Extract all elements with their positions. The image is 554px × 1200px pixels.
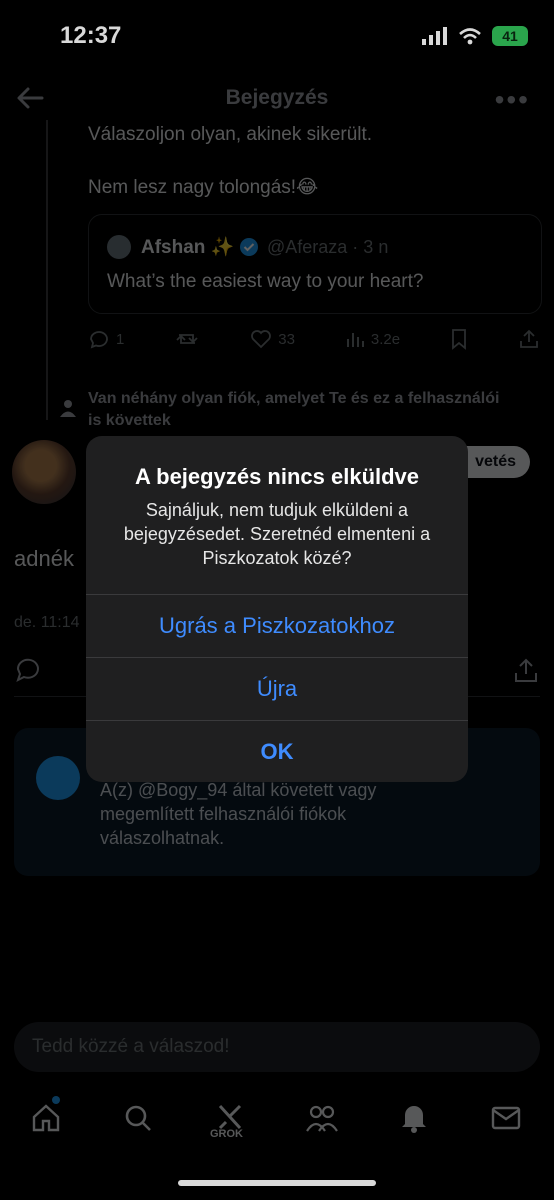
ok-button[interactable]: OK [86,721,468,782]
go-to-drafts-button[interactable]: Ugrás a Piszkozatokhoz [86,595,468,657]
alert-title: A bejegyzés nincs elküldve [134,464,420,489]
retry-button[interactable]: Újra [86,658,468,720]
alert-message: Sajnáljuk, nem tudjuk elküldeni a bejegy… [123,500,431,568]
alert-dialog: A bejegyzés nincs elküldve Sajnáljuk, ne… [86,436,468,782]
